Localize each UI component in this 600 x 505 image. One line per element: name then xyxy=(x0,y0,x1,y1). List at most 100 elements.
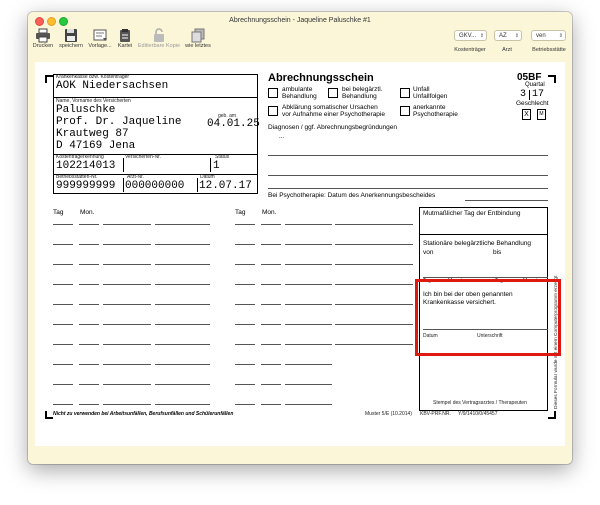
service-entry-line[interactable] xyxy=(155,264,210,265)
service-entry-line[interactable] xyxy=(103,364,151,365)
service-entry-line[interactable] xyxy=(103,264,151,265)
service-entry-line[interactable] xyxy=(103,384,151,385)
service-entry-line[interactable] xyxy=(235,404,255,405)
service-entry-line[interactable] xyxy=(235,244,255,245)
service-entry-line[interactable] xyxy=(335,264,413,265)
service-entry-line[interactable] xyxy=(155,284,210,285)
service-entry-line[interactable] xyxy=(285,344,332,345)
service-entry-line[interactable] xyxy=(103,284,151,285)
service-entry-line[interactable] xyxy=(155,364,210,365)
diagnoses-line[interactable] xyxy=(268,175,548,176)
service-entry-line[interactable] xyxy=(335,344,413,345)
city-field[interactable]: D 47169 Jena xyxy=(56,140,135,152)
service-entry-line[interactable] xyxy=(335,324,413,325)
service-entry-line[interactable] xyxy=(79,264,99,265)
site-no-field[interactable]: 999999999 xyxy=(56,180,115,192)
payer-id-field[interactable]: 102214013 xyxy=(56,160,115,172)
service-entry-line[interactable] xyxy=(335,224,413,225)
service-entry-line[interactable] xyxy=(103,224,151,225)
service-entry-line[interactable] xyxy=(235,224,255,225)
print-button[interactable]: Drucken xyxy=(32,28,54,49)
card-button[interactable]: Kartei xyxy=(115,28,135,49)
gender-m-box[interactable]: M xyxy=(537,109,546,120)
service-entry-line[interactable] xyxy=(261,344,281,345)
service-entry-line[interactable] xyxy=(235,364,255,365)
service-entry-line[interactable] xyxy=(235,344,255,345)
site-select[interactable]: ven ⇕ xyxy=(531,30,566,41)
service-entry-line[interactable] xyxy=(53,344,73,345)
street-field[interactable]: Krautweg 87 xyxy=(56,128,129,140)
service-entry-line[interactable] xyxy=(335,284,413,285)
save-button[interactable]: speichern xyxy=(58,28,84,49)
zoom-window-button[interactable] xyxy=(59,17,68,26)
service-entry-line[interactable] xyxy=(79,224,99,225)
service-entry-line[interactable] xyxy=(103,304,151,305)
service-entry-line[interactable] xyxy=(79,244,99,245)
service-entry-line[interactable] xyxy=(155,404,210,405)
service-entry-line[interactable] xyxy=(53,384,73,385)
service-entry-line[interactable] xyxy=(103,324,151,325)
service-entry-line[interactable] xyxy=(53,264,73,265)
service-entry-line[interactable] xyxy=(261,364,281,365)
service-entry-line[interactable] xyxy=(103,404,151,405)
service-entry-line[interactable] xyxy=(53,324,73,325)
minimize-window-button[interactable] xyxy=(47,17,56,26)
service-entry-line[interactable] xyxy=(261,244,281,245)
checkbox-anerkannt[interactable] xyxy=(400,106,410,116)
service-entry-line[interactable] xyxy=(103,244,151,245)
service-entry-line[interactable] xyxy=(261,324,281,325)
last-name-field[interactable]: Paluschke xyxy=(56,104,115,116)
service-entry-line[interactable] xyxy=(235,384,255,385)
template-button[interactable]: Vorlage... xyxy=(87,28,113,49)
checkbox-unfall[interactable] xyxy=(400,88,410,98)
as-last-button[interactable]: wie letztes xyxy=(183,28,213,49)
psycho-date-line[interactable] xyxy=(465,200,548,201)
service-entry-line[interactable] xyxy=(261,284,281,285)
diagnoses-line[interactable] xyxy=(268,188,548,189)
status-field[interactable]: 1 xyxy=(213,160,220,172)
first-name-field[interactable]: Prof. Dr. Jaqueline xyxy=(56,116,181,128)
gender-x-box[interactable]: X xyxy=(522,109,531,120)
service-entry-line[interactable] xyxy=(79,304,99,305)
service-entry-line[interactable] xyxy=(155,344,210,345)
service-entry-line[interactable] xyxy=(261,384,281,385)
service-entry-line[interactable] xyxy=(261,224,281,225)
service-entry-line[interactable] xyxy=(285,384,332,385)
service-entry-line[interactable] xyxy=(285,264,332,265)
service-entry-line[interactable] xyxy=(235,284,255,285)
service-entry-line[interactable] xyxy=(285,364,332,365)
service-entry-line[interactable] xyxy=(285,244,332,245)
service-entry-line[interactable] xyxy=(335,244,413,245)
service-entry-line[interactable] xyxy=(285,404,332,405)
service-entry-line[interactable] xyxy=(261,264,281,265)
service-entry-line[interactable] xyxy=(235,264,255,265)
insurer-field[interactable]: AOK Niedersachsen xyxy=(56,80,168,92)
birth-date-field[interactable]: 04.01.25 xyxy=(207,118,260,130)
doctor-select[interactable]: AZ ⇕ xyxy=(494,30,522,41)
close-window-button[interactable] xyxy=(35,17,44,26)
service-entry-line[interactable] xyxy=(53,284,73,285)
quarter-field[interactable]: 3 xyxy=(520,89,526,100)
service-entry-line[interactable] xyxy=(285,324,332,325)
service-entry-line[interactable] xyxy=(335,304,413,305)
service-entry-line[interactable] xyxy=(79,364,99,365)
service-entry-line[interactable] xyxy=(261,304,281,305)
service-entry-line[interactable] xyxy=(155,304,210,305)
checkbox-belegarzt[interactable] xyxy=(328,88,338,98)
service-entry-line[interactable] xyxy=(261,404,281,405)
diagnoses-value[interactable]: ... xyxy=(279,134,284,140)
service-entry-line[interactable] xyxy=(53,224,73,225)
checkbox-ambulant[interactable] xyxy=(268,88,278,98)
service-entry-line[interactable] xyxy=(79,404,99,405)
doctor-no-field[interactable]: 000000000 xyxy=(125,180,184,192)
service-entry-line[interactable] xyxy=(285,284,332,285)
date-field[interactable]: 12.07.17 xyxy=(199,180,252,192)
service-entry-line[interactable] xyxy=(79,284,99,285)
payer-select[interactable]: GKV... ⇕ xyxy=(454,30,487,41)
service-entry-line[interactable] xyxy=(53,304,73,305)
editable-copy-button[interactable]: Editierbare Kopie xyxy=(136,28,182,49)
service-entry-line[interactable] xyxy=(53,364,73,365)
service-entry-line[interactable] xyxy=(79,324,99,325)
service-entry-line[interactable] xyxy=(155,224,210,225)
service-entry-line[interactable] xyxy=(285,224,332,225)
